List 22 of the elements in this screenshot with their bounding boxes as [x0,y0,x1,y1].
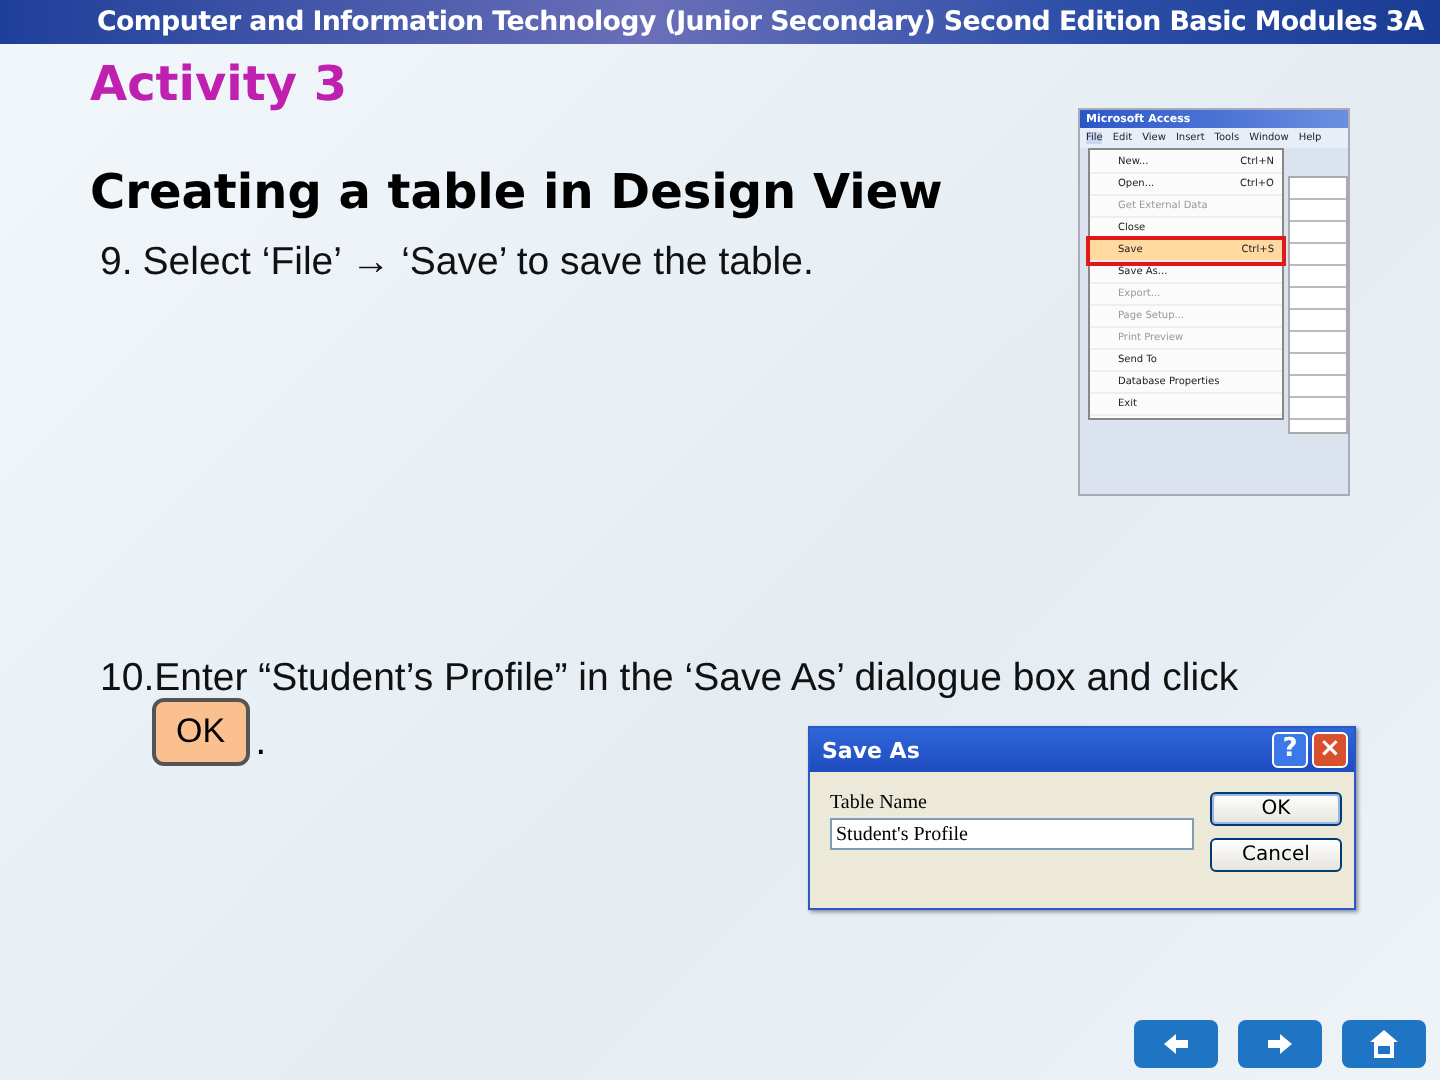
back-button[interactable] [1134,1020,1218,1068]
header-title: Computer and Information Technology (Junior Secondary) Second Edition Basic Modules 3A [96,7,1424,37]
arrow-right-icon [1264,1028,1296,1060]
cancel-button[interactable]: Cancel [1210,838,1342,872]
dialog-title: Save As [822,737,920,763]
step-text: Select ‘File’ → ‘Save’ to save the table. [142,240,814,284]
field-label: Table Name [830,792,927,814]
period-text: . [255,720,267,766]
step-number: 9. [100,240,133,284]
ok-button[interactable]: OK [1210,792,1342,826]
close-button[interactable]: × [1312,732,1348,768]
input-field[interactable]: Student's Profile [830,818,1194,850]
step-number: 10. [100,656,155,700]
activity-title: Activity 3 [90,56,348,112]
arrow-left-icon [1160,1028,1192,1060]
home-button[interactable] [1342,1020,1426,1068]
step-text: Enter “Student’s Profile” in the ‘Save As’ dialogue box and click [154,656,1239,700]
help-button[interactable]: ? [1272,732,1308,768]
ok-button[interactable]: OK [152,698,250,766]
house-icon [1368,1028,1400,1060]
section-heading: Creating a table in Design View [90,164,943,220]
next-button[interactable] [1238,1020,1322,1068]
